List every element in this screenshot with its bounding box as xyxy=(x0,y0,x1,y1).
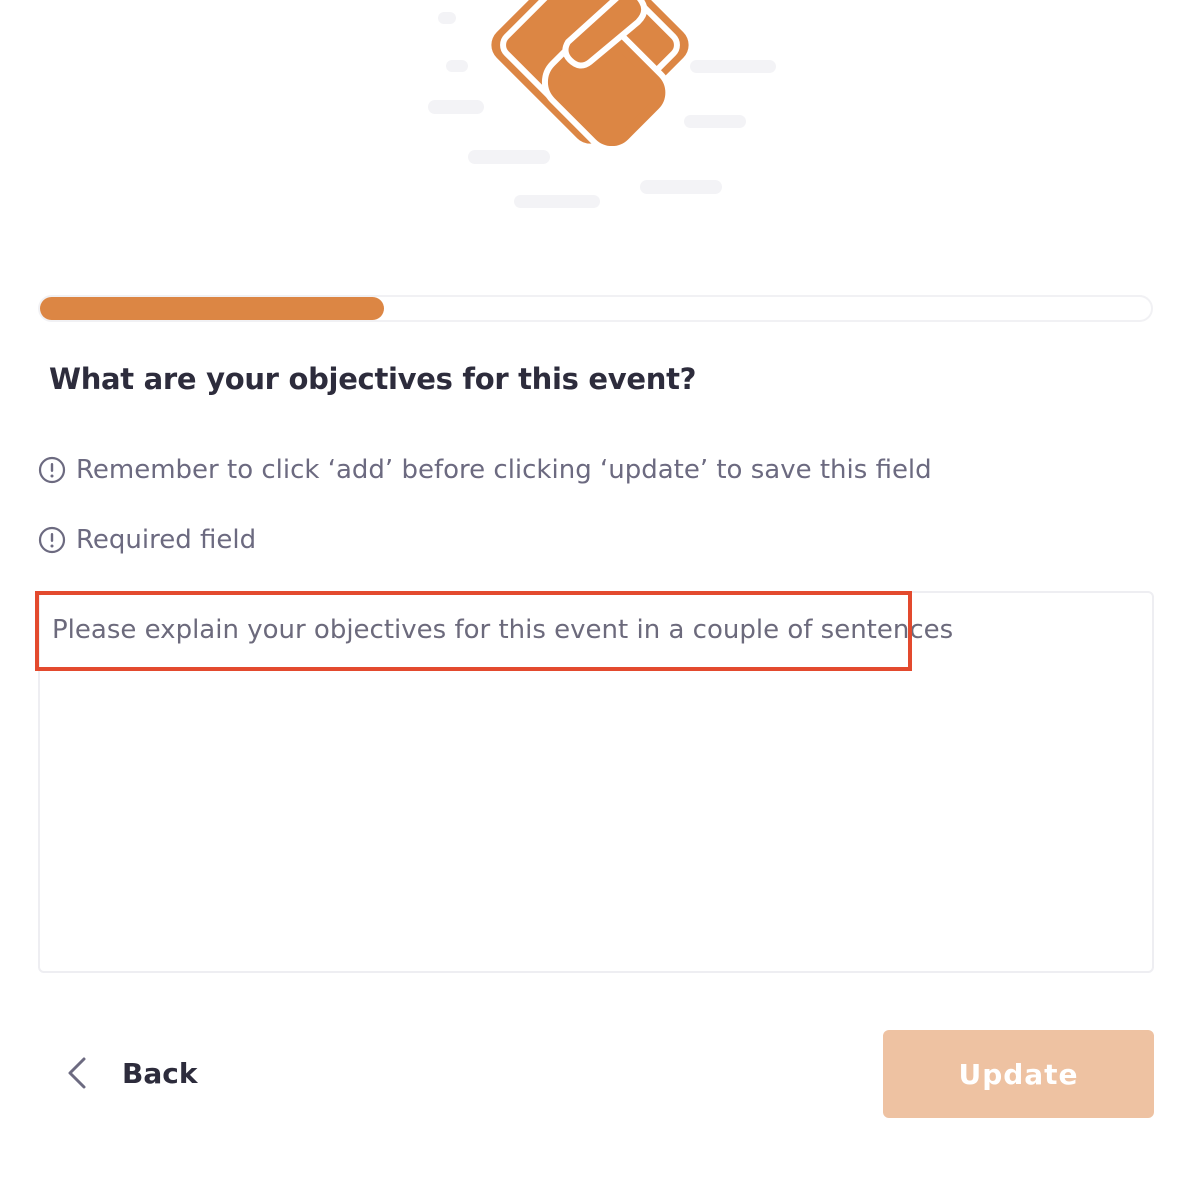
note-required-field: Required field xyxy=(38,525,256,555)
chevron-left-icon xyxy=(68,1057,86,1089)
progress-bar xyxy=(38,295,1153,322)
update-button[interactable]: Update xyxy=(883,1030,1154,1118)
info-circle-icon xyxy=(38,456,66,484)
back-button[interactable]: Back xyxy=(62,1050,197,1096)
note-text: Required field xyxy=(76,525,257,555)
objectives-textarea[interactable]: Please explain your objectives for this … xyxy=(38,591,1154,973)
back-label: Back xyxy=(122,1056,198,1090)
progress-fill xyxy=(40,297,384,320)
question-title: What are your objectives for this event? xyxy=(49,362,697,396)
objectives-placeholder: Please explain your objectives for this … xyxy=(52,615,954,645)
info-circle-icon xyxy=(38,526,66,554)
note-text: Remember to click ‘add’ before clicking … xyxy=(76,455,932,485)
note-add-before-update: Remember to click ‘add’ before clicking … xyxy=(38,455,932,485)
objectives-page: What are your objectives for this event?… xyxy=(0,0,1194,1180)
handshake-illustration xyxy=(420,0,790,215)
handshake-icon xyxy=(428,0,776,208)
